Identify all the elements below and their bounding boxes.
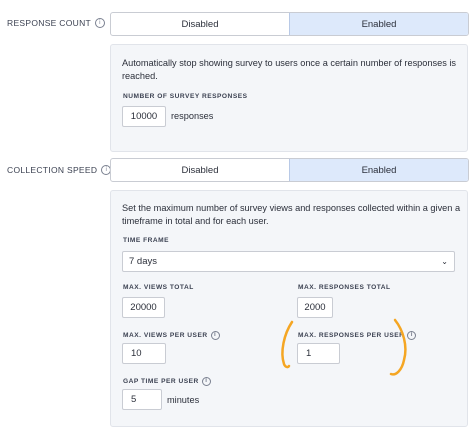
max-responses-total-label: MAX. RESPONSES TOTAL bbox=[298, 284, 391, 291]
time-frame-value: 7 days bbox=[129, 256, 157, 267]
max-views-total-label: MAX. VIEWS TOTAL bbox=[123, 284, 194, 291]
info-icon[interactable]: i bbox=[210, 331, 220, 340]
max-views-per-user-label: MAX. VIEWS PER USER i bbox=[123, 331, 220, 340]
chevron-down-icon: ⌄ bbox=[441, 257, 448, 266]
info-icon[interactable]: i bbox=[201, 377, 211, 386]
gap-time-label: GAP TIME PER USER i bbox=[123, 377, 211, 386]
time-frame-select[interactable]: 7 days ⌄ bbox=[122, 251, 455, 272]
max-views-per-user-input[interactable]: 10 bbox=[122, 343, 166, 364]
collection-speed-disabled-option[interactable]: Disabled bbox=[111, 159, 289, 181]
collection-speed-description: Set the maximum number of survey views a… bbox=[122, 203, 461, 226]
survey-responses-field-label: NUMBER OF SURVEY RESPONSES bbox=[123, 93, 248, 100]
gap-time-input[interactable]: 5 bbox=[122, 389, 162, 410]
survey-responses-input[interactable]: 10000 bbox=[122, 106, 166, 127]
annotation-highlight bbox=[281, 318, 407, 376]
collection-speed-label: COLLECTION SPEED i bbox=[7, 165, 112, 175]
gap-time-unit: minutes bbox=[167, 395, 200, 405]
annotation-right-bracket bbox=[389, 318, 407, 376]
time-frame-label: TIME FRAME bbox=[123, 237, 170, 244]
collection-speed-toggle[interactable]: Disabled Enabled bbox=[110, 158, 469, 182]
response-count-label: RESPONSE COUNT i bbox=[7, 18, 106, 28]
max-views-total-input[interactable]: 20000 bbox=[122, 297, 165, 318]
info-icon[interactable]: i bbox=[95, 18, 106, 28]
response-count-toggle[interactable]: Disabled Enabled bbox=[110, 12, 469, 36]
collection-speed-enabled-option[interactable]: Enabled bbox=[289, 159, 468, 181]
annotation-left-bracket bbox=[281, 320, 294, 369]
response-count-description: Automatically stop showing survey to use… bbox=[122, 58, 456, 81]
response-count-disabled-option[interactable]: Disabled bbox=[111, 13, 289, 35]
response-count-enabled-option[interactable]: Enabled bbox=[289, 13, 468, 35]
survey-responses-unit: responses bbox=[171, 111, 214, 121]
